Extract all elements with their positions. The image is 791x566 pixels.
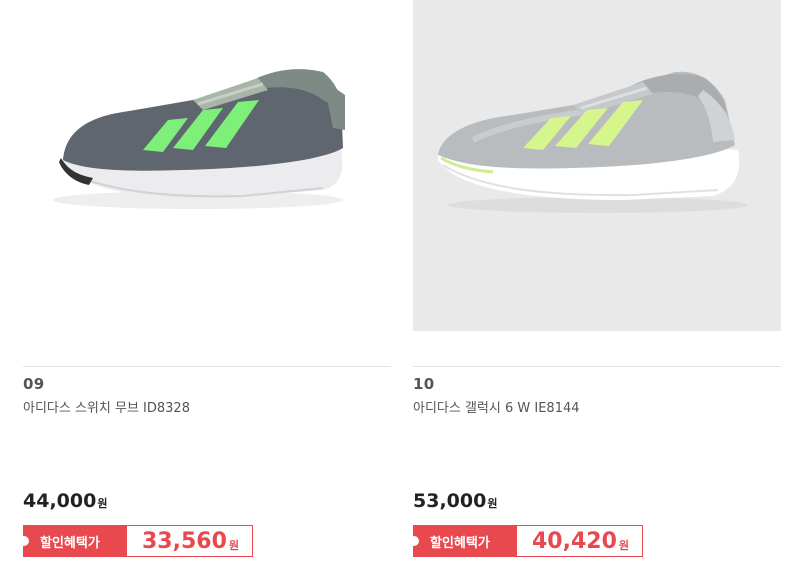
- tag-hole-icon: [409, 536, 419, 546]
- discount-label: 할인혜택가: [40, 535, 100, 551]
- product-name[interactable]: 아디다스 갤럭시 6 W IE8144: [413, 397, 580, 416]
- product-price: 53,000원: [413, 490, 497, 512]
- discount-price-box: 33,560 원: [127, 525, 253, 557]
- discount-price-unit: 원: [228, 539, 240, 552]
- product-image[interactable]: [413, 0, 781, 331]
- discount-label-tag: 할인혜택가: [409, 525, 517, 557]
- shoe-image-2: [438, 71, 748, 213]
- price-value: 44,000: [23, 490, 97, 512]
- discount-label-tag: 할인혜택가: [19, 525, 127, 557]
- divider: [413, 366, 781, 367]
- discount-benefit: 할인혜택가 40,420 원: [409, 525, 643, 557]
- product-rank: 09: [23, 375, 45, 393]
- product-price: 44,000원: [23, 490, 107, 512]
- price-unit: 원: [97, 497, 108, 510]
- product-card-2[interactable]: 10 아디다스 갤럭시 6 W IE8144 53,000원 할인혜택가 40,…: [409, 0, 781, 566]
- divider: [23, 366, 391, 367]
- discount-price-unit: 원: [618, 539, 630, 552]
- discount-benefit: 할인혜택가 33,560 원: [19, 525, 253, 557]
- discount-price: 40,420: [532, 528, 617, 554]
- product-image[interactable]: [23, 0, 391, 331]
- price-value: 53,000: [413, 490, 487, 512]
- discount-price: 33,560: [142, 528, 227, 554]
- discount-label: 할인혜택가: [430, 535, 490, 551]
- price-unit: 원: [487, 497, 498, 510]
- product-rank: 10: [413, 375, 435, 393]
- product-card-1[interactable]: 09 아디다스 스위치 무브 ID8328 44,000원 할인혜택가 33,5…: [19, 0, 391, 566]
- shoe-image-1: [53, 69, 345, 209]
- tag-hole-icon: [19, 536, 29, 546]
- product-name[interactable]: 아디다스 스위치 무브 ID8328: [23, 397, 190, 416]
- discount-price-box: 40,420 원: [517, 525, 643, 557]
